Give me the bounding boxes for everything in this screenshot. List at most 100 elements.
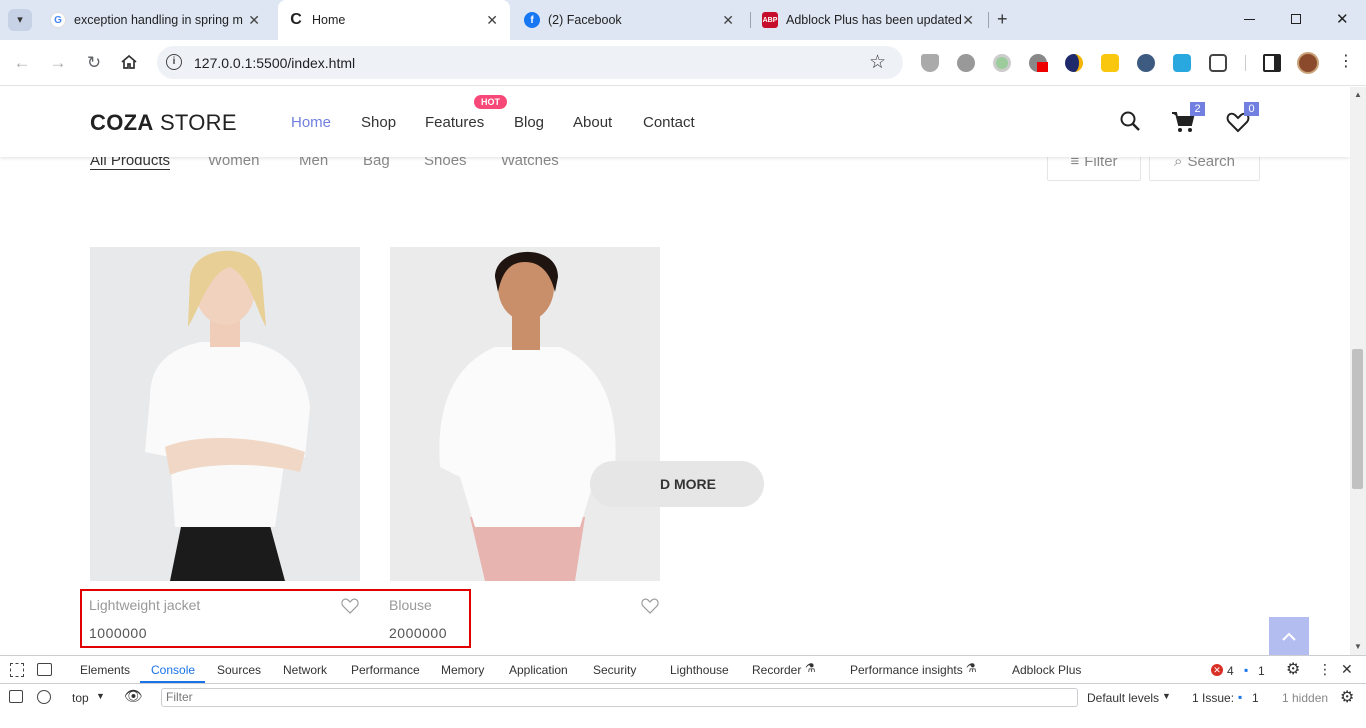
abp-extension-icon[interactable] <box>957 54 975 72</box>
puzzle-extensions-icon[interactable] <box>1209 54 1227 72</box>
close-icon[interactable]: ✕ <box>1341 661 1353 678</box>
nav-about[interactable]: About <box>573 114 612 131</box>
browser-tab[interactable]: ABP Adblock Plus has been updated ✕ <box>752 0 986 40</box>
eye-icon[interactable]: 👁 <box>124 687 143 705</box>
highlight-box <box>80 589 471 648</box>
scrollbar-thumb[interactable] <box>1352 349 1363 489</box>
search-icon[interactable] <box>1118 109 1144 135</box>
sidebar-toggle-icon[interactable] <box>9 690 23 703</box>
nav-blog[interactable]: Blog <box>514 114 544 131</box>
devtools-tab-network[interactable]: Network <box>283 663 327 677</box>
browser-toolbar: ← → ↻ i 127.0.0.1:5500/index.html ☆ ⋮ <box>0 40 1366 86</box>
site-info-icon[interactable]: i <box>166 54 182 70</box>
back-to-top-button[interactable] <box>1269 617 1309 655</box>
window-extension-icon[interactable] <box>1173 54 1191 72</box>
kebab-menu-icon[interactable]: ⋮ <box>1338 51 1354 71</box>
tab-separator <box>750 12 751 28</box>
flask-icon: ⚗ <box>805 661 816 675</box>
nav-contact[interactable]: Contact <box>643 114 695 131</box>
close-icon[interactable]: ✕ <box>722 12 734 29</box>
minimize-button[interactable] <box>1244 19 1255 20</box>
devtools-tab-adblock-plus[interactable]: Adblock Plus <box>1012 663 1081 677</box>
tab-separator <box>988 12 989 28</box>
forward-arrow-icon[interactable]: → <box>48 53 68 73</box>
issues-label[interactable]: 1 Issue: <box>1192 691 1234 705</box>
close-icon[interactable]: ✕ <box>248 12 260 29</box>
product-image[interactable] <box>390 247 660 581</box>
abp-icon: ABP <box>762 12 778 28</box>
home-icon[interactable] <box>119 53 139 73</box>
default-levels-dropdown[interactable]: Default levels <box>1087 691 1159 705</box>
tab-title: Home <box>312 13 346 27</box>
issue-icon: ▪ <box>1238 690 1243 704</box>
clear-console-icon[interactable] <box>37 690 51 704</box>
web-page: COZA STORE Home Shop Features HOT Blog A… <box>0 87 1350 655</box>
gear-icon[interactable]: ⚙ <box>1286 659 1300 679</box>
browser-tab-active[interactable]: C Home ✕ <box>278 0 510 40</box>
new-tab-button[interactable]: + <box>997 9 1008 30</box>
chevron-down-icon[interactable]: ▼ <box>1162 691 1171 701</box>
close-icon[interactable]: ✕ <box>962 12 974 29</box>
site-logo[interactable]: COZA STORE <box>90 110 237 136</box>
page-scrollbar[interactable]: ▲ ▼ <box>1350 87 1366 655</box>
globe-extension-icon[interactable] <box>1029 54 1048 72</box>
moon-extension-icon[interactable] <box>1065 54 1083 72</box>
reload-icon[interactable]: ↻ <box>84 53 104 73</box>
wishlist-count-badge: 0 <box>1244 102 1259 116</box>
browser-tab[interactable]: G exception handling in spring m ✕ <box>40 0 272 40</box>
nav-home[interactable]: Home <box>291 114 331 131</box>
tab-search-button[interactable]: ▾ <box>8 9 32 31</box>
device-toolbar-icon[interactable] <box>37 663 52 676</box>
message-count[interactable]: 1 <box>1258 664 1265 678</box>
devtools-tab-memory[interactable]: Memory <box>441 663 484 677</box>
profile-avatar[interactable] <box>1297 52 1319 74</box>
restore-button[interactable] <box>1291 14 1301 24</box>
gear-icon[interactable]: ⚙ <box>1340 687 1354 707</box>
devtools-tab-elements[interactable]: Elements <box>80 663 130 677</box>
url-text[interactable]: 127.0.0.1:5500/index.html <box>194 55 355 71</box>
address-bar[interactable]: i 127.0.0.1:5500/index.html ☆ <box>157 46 903 79</box>
nav-features[interactable]: Features <box>425 114 484 131</box>
context-select[interactable]: top <box>72 691 89 705</box>
flask-icon: ⚗ <box>966 661 977 675</box>
close-icon[interactable]: ✕ <box>486 12 498 29</box>
site-header: COZA STORE Home Shop Features HOT Blog A… <box>0 87 1350 157</box>
chevron-down-icon[interactable]: ▼ <box>96 691 105 701</box>
shield-extension-icon[interactable] <box>921 54 939 72</box>
nav-shop[interactable]: Shop <box>361 114 396 131</box>
keep-extension-icon[interactable] <box>1101 54 1119 72</box>
devtools-tab-performance[interactable]: Performance <box>351 663 420 677</box>
kebab-menu-icon[interactable]: ⋮ <box>1318 661 1332 678</box>
green-dot-extension-icon[interactable] <box>993 54 1011 72</box>
cursor-extension-icon[interactable] <box>1137 54 1155 72</box>
scroll-down-arrow-icon[interactable]: ▼ <box>1354 642 1362 651</box>
devtools-tab-security[interactable]: Security <box>593 663 636 677</box>
inspect-element-icon[interactable] <box>10 663 24 677</box>
bookmark-star-icon[interactable]: ☆ <box>869 51 886 74</box>
active-tab-underline <box>140 681 205 683</box>
console-filter-input[interactable]: Filter <box>161 688 1078 707</box>
error-count[interactable]: 4 <box>1227 664 1234 678</box>
devtools-tab-recorder[interactable]: Recorder <box>752 663 801 677</box>
issues-count[interactable]: 1 <box>1252 691 1259 705</box>
devtools-tab-performance-insights[interactable]: Performance insights <box>850 663 963 677</box>
chevron-up-icon <box>1282 632 1296 641</box>
error-icon[interactable]: ✕ <box>1211 664 1223 676</box>
scroll-up-arrow-icon[interactable]: ▲ <box>1354 90 1362 99</box>
devtools-tab-lighthouse[interactable]: Lighthouse <box>670 663 729 677</box>
google-icon: G <box>50 12 66 28</box>
console-toolbar: top ▼ 👁 Filter Default levels ▼ 1 Issue:… <box>0 684 1366 711</box>
side-panel-icon[interactable] <box>1263 54 1281 72</box>
devtools-tab-application[interactable]: Application <box>509 663 568 677</box>
close-window-button[interactable]: ✕ <box>1336 10 1349 28</box>
browser-tab[interactable]: f (2) Facebook ✕ <box>514 0 746 40</box>
product-image-overlap <box>390 461 660 507</box>
devtools-tab-console[interactable]: Console <box>151 663 195 677</box>
back-arrow-icon[interactable]: ← <box>12 53 32 73</box>
facebook-icon: f <box>524 12 540 28</box>
heart-icon[interactable] <box>641 598 659 614</box>
message-icon: ▪ <box>1244 663 1249 677</box>
tab-title: Adblock Plus has been updated <box>786 13 962 27</box>
devtools-tab-sources[interactable]: Sources <box>217 663 261 677</box>
product-image[interactable] <box>90 247 360 581</box>
